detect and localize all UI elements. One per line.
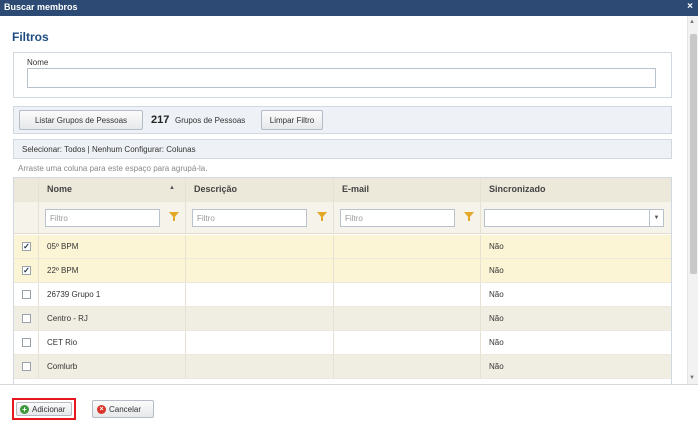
filter-cell-synced: ▼ xyxy=(481,202,671,233)
row-checkbox-cell xyxy=(14,355,39,378)
row-checkbox-cell xyxy=(14,331,39,354)
selection-links[interactable]: Selecionar: Todos | Nenhum Configurar: C… xyxy=(22,145,196,154)
x-circle-icon: × xyxy=(97,405,106,414)
column-header-email[interactable]: E-mail xyxy=(334,178,481,202)
table-row[interactable]: ✓ 22º BPM Não xyxy=(14,259,671,283)
column-header-label: Descrição xyxy=(194,184,238,194)
cell-description xyxy=(186,235,334,258)
close-icon[interactable]: × xyxy=(687,1,693,12)
cell-name: 22º BPM xyxy=(39,259,186,282)
name-label: Nome xyxy=(27,58,49,67)
table-row[interactable]: Centro - RJ Não xyxy=(14,307,671,331)
filter-cell-description xyxy=(186,202,334,233)
cell-name: Centro - RJ xyxy=(39,307,186,330)
sort-asc-icon[interactable]: ▲ xyxy=(169,185,175,191)
footer-divider xyxy=(0,384,698,385)
row-checkbox-cell xyxy=(14,283,39,306)
add-button[interactable]: + Adicionar xyxy=(12,398,76,420)
column-header-label: E-mail xyxy=(342,184,370,194)
cell-name: 05º BPM xyxy=(39,235,186,258)
table-row[interactable]: ✓ 05º BPM Não xyxy=(14,235,671,259)
cell-description xyxy=(186,355,334,378)
header-checkbox-cell xyxy=(14,178,39,202)
column-header-description[interactable]: Descrição xyxy=(186,178,334,202)
scrollbar-thumb[interactable] xyxy=(690,34,697,274)
name-filter-input[interactable] xyxy=(27,68,656,88)
results-count: 217 xyxy=(151,114,170,126)
plus-circle-icon: + xyxy=(20,405,29,414)
cell-synced: Não xyxy=(489,242,504,251)
cell-description xyxy=(186,331,334,354)
grid-filter-row: ▼ xyxy=(14,202,671,234)
group-by-hint: Arraste uma coluna para este espaço para… xyxy=(18,164,208,173)
cell-synced: Não xyxy=(489,266,504,275)
filter-row-spacer xyxy=(14,202,39,233)
cancel-button[interactable]: × Cancelar xyxy=(92,400,154,418)
add-button-label: Adicionar xyxy=(32,405,66,414)
row-checkbox[interactable] xyxy=(22,290,31,299)
cell-description xyxy=(186,259,334,282)
filter-cell-name xyxy=(39,202,186,233)
cell-name: Comlurb xyxy=(39,355,186,378)
row-checkbox[interactable]: ✓ xyxy=(22,266,31,275)
cell-synced: Não xyxy=(489,314,504,323)
column-header-label: Nome xyxy=(47,184,73,194)
column-header-synced[interactable]: Sincronizado xyxy=(481,178,671,202)
dialog-scrollbar[interactable]: ▲ ▼ xyxy=(687,16,698,384)
cell-synced: Não xyxy=(489,290,504,299)
chevron-down-icon[interactable]: ▼ xyxy=(649,210,663,226)
members-grid: Nome ▲ Descrição E-mail Sincronizado Fil… xyxy=(13,177,672,384)
row-checkbox[interactable] xyxy=(22,362,31,371)
list-groups-button[interactable]: Listar Grupos de Pessoas xyxy=(19,110,143,130)
table-row[interactable]: 26739 Grupo 1 Não xyxy=(14,283,671,307)
table-row[interactable]: Comlurb Não xyxy=(14,355,671,379)
grid-header: Nome ▲ Descrição E-mail Sincronizado xyxy=(14,178,671,202)
dialog-title: Buscar membros xyxy=(4,2,78,12)
column-header-label: Sincronizado xyxy=(489,184,546,194)
scroll-up-icon[interactable]: ▲ xyxy=(689,19,695,25)
dialog-titlebar: Buscar membros × xyxy=(0,0,698,16)
cell-synced: Não xyxy=(489,362,504,371)
filters-heading: Filtros xyxy=(12,30,49,44)
row-checkbox[interactable]: ✓ xyxy=(22,242,31,251)
cancel-button-label: Cancelar xyxy=(109,405,142,414)
row-checkbox-cell: ✓ xyxy=(14,259,39,282)
cell-email xyxy=(334,235,481,258)
table-row[interactable]: CET Rio Não xyxy=(14,331,671,355)
row-checkbox[interactable] xyxy=(22,314,31,323)
funnel-icon[interactable] xyxy=(317,212,327,221)
cell-email xyxy=(334,331,481,354)
column-header-name[interactable]: Nome ▲ xyxy=(39,178,186,202)
results-toolbar: Listar Grupos de Pessoas 217 Grupos de P… xyxy=(13,106,672,134)
synced-filter-select[interactable]: ▼ xyxy=(484,209,664,227)
add-button-face[interactable]: + Adicionar xyxy=(16,402,72,416)
cell-synced: Não xyxy=(489,338,504,347)
clear-filter-button[interactable]: Limpar Filtro xyxy=(261,110,323,130)
row-checkbox-cell xyxy=(14,307,39,330)
funnel-icon[interactable] xyxy=(464,212,474,221)
selection-bar: Selecionar: Todos | Nenhum Configurar: C… xyxy=(13,139,672,159)
scroll-down-icon[interactable]: ▼ xyxy=(689,375,695,381)
cell-description xyxy=(186,307,334,330)
cell-name: 26739 Grupo 1 xyxy=(39,283,186,306)
description-column-filter[interactable] xyxy=(192,209,307,227)
cell-name: CET Rio xyxy=(39,331,186,354)
name-column-filter[interactable] xyxy=(45,209,160,227)
cell-email xyxy=(334,259,481,282)
filter-panel: Nome xyxy=(13,52,672,98)
row-checkbox-cell: ✓ xyxy=(14,235,39,258)
filter-cell-email xyxy=(334,202,481,233)
cell-email xyxy=(334,355,481,378)
results-count-label: Grupos de Pessoas xyxy=(175,116,246,125)
funnel-icon[interactable] xyxy=(169,212,179,221)
cell-description xyxy=(186,283,334,306)
cell-email xyxy=(334,283,481,306)
email-column-filter[interactable] xyxy=(340,209,455,227)
cell-email xyxy=(334,307,481,330)
row-checkbox[interactable] xyxy=(22,338,31,347)
